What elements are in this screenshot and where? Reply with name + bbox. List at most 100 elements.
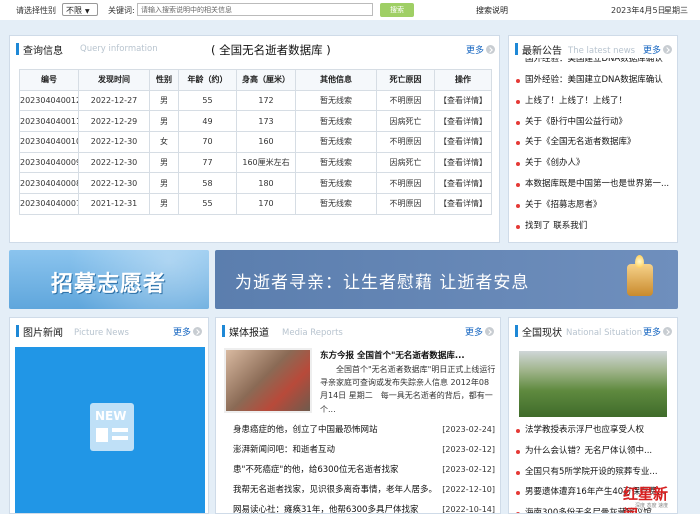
table-row: 202304040008 2022-12-30 男 58 180 暂无线索 不明原因 【查看详… — [19, 172, 492, 195]
cell-date: 2021-12-31 — [78, 193, 150, 215]
picture-news-header: 图片新闻 Picture News 更多 — [10, 318, 208, 344]
cell-cause: 不明原因 — [376, 89, 435, 112]
view-detail-link[interactable]: 【查看详情】 — [434, 131, 492, 153]
media-headline-photo[interactable] — [224, 348, 312, 413]
national-item[interactable]: 法学教授表示浮尸也应享受人权 — [515, 420, 675, 441]
list-item[interactable]: 我帮无名逝者找家，见识很多离奇事情，老年人居多。 [2022-12-10] — [233, 480, 495, 500]
national-situation-photo[interactable] — [519, 351, 667, 417]
national-situation-panel: 全国现状 National Situation 更多 法学教授表示浮尸也应享受人… — [508, 317, 678, 514]
watermark-brand: 红星新闻 — [623, 485, 669, 513]
watermark: 红星新闻 深度 态度 速度 — [623, 483, 677, 513]
media-news-date: [2022-12-10] — [442, 485, 495, 494]
cell-height: 173 — [236, 110, 296, 133]
cell-age: 70 — [178, 131, 237, 153]
cell-height: 180 — [236, 172, 296, 195]
media-news-date: [2023-02-12] — [442, 465, 495, 474]
cell-cause: 不明原因 — [376, 193, 435, 215]
picture-news-panel: 图片新闻 Picture News 更多 NEW — [9, 317, 209, 514]
picture-news-subtitle: Picture News — [74, 328, 129, 338]
cell-age: 58 — [178, 172, 237, 195]
notice-more-link[interactable]: 更多 — [643, 43, 673, 56]
cell-other: 暂无线索 — [295, 110, 377, 133]
cell-date: 2022-12-29 — [78, 110, 150, 133]
cell-gender: 女 — [149, 131, 179, 153]
view-detail-link[interactable]: 【查看详情】 — [434, 172, 492, 195]
chevron-right-icon — [663, 45, 673, 54]
query-more-link[interactable]: 更多 — [466, 43, 496, 56]
view-detail-link[interactable]: 【查看详情】 — [434, 151, 492, 174]
search-button[interactable]: 搜索 — [380, 3, 414, 17]
cell-gender: 男 — [149, 193, 179, 215]
view-detail-link[interactable]: 【查看详情】 — [434, 89, 492, 112]
section-marker — [515, 325, 518, 337]
notice-item[interactable]: 上线了！上线了！上线了！ — [515, 91, 675, 112]
keyword-search-input[interactable]: 请输入搜索说明中的相关信息 — [137, 3, 373, 16]
national-situation-header: 全国现状 National Situation 更多 — [509, 318, 677, 344]
col-header-found-date: 发现时间 — [78, 69, 150, 91]
national-situation-subtitle: National Situation — [566, 328, 643, 338]
section-marker — [222, 325, 225, 337]
list-item[interactable]: 澎湃新闻问吧：和逝者互动 [2023-02-12] — [233, 440, 495, 460]
media-reports-panel: 媒体报道 Media Reports 更多 东方今报 全国首个"无名逝者数据库.… — [215, 317, 501, 514]
picture-news-more-link[interactable]: 更多 — [173, 325, 203, 338]
notice-item[interactable]: 找到了 联系我们 — [515, 216, 675, 237]
query-results-table: 编号 发现时间 性别 年龄（约） 身高（厘米） 其他信息 死亡原因 操作 202… — [19, 69, 492, 215]
notice-item[interactable]: 本数据库既是中国第一也是世界第一... — [515, 174, 675, 195]
cell-date: 2022-12-27 — [78, 89, 150, 112]
more-label: 更多 — [643, 46, 662, 56]
cell-cause: 不明原因 — [376, 131, 435, 153]
cell-height: 160 — [236, 131, 296, 153]
more-label: 更多 — [466, 46, 485, 56]
national-situation-title: 全国现状 — [522, 328, 562, 339]
cell-age: 49 — [178, 110, 237, 133]
list-item[interactable]: 身患癌症的他，创立了中国最恐怖网站 [2023-02-24] — [233, 420, 495, 440]
table-row: 202304040009 2022-12-30 男 77 160厘米左右 暂无线索 因病死亡… — [19, 151, 492, 174]
cell-id: 202304040008 — [19, 172, 79, 195]
more-label: 更多 — [643, 328, 662, 338]
chevron-right-icon — [193, 327, 203, 336]
cell-cause: 因病死亡 — [376, 110, 435, 133]
media-reports-title: 媒体报道 — [229, 328, 269, 339]
section-marker — [16, 43, 19, 55]
cell-height: 170 — [236, 193, 296, 215]
view-detail-link[interactable]: 【查看详情】 — [434, 110, 492, 133]
notice-panel-subtitle: The latest news — [568, 46, 636, 56]
notice-item[interactable]: 关于《卧行中国公益行动》 — [515, 112, 675, 133]
national-item[interactable]: 为什么会认错？无名尸体认领中... — [515, 441, 675, 462]
media-more-link[interactable]: 更多 — [465, 325, 495, 338]
national-item[interactable]: 全国只有5所学院开设的殡葬专业... — [515, 462, 675, 483]
media-news-date: [2023-02-24] — [442, 425, 495, 434]
col-header-gender: 性别 — [149, 69, 179, 91]
view-detail-link[interactable]: 【查看详情】 — [434, 193, 492, 215]
notice-list: 国外经验：美国建立DNA数据库确认 上线了！上线了！上线了！ 关于《卧行中国公益… — [515, 70, 675, 236]
chevron-down-icon: ▼ — [85, 8, 90, 15]
notice-panel-title: 最新公告 — [522, 46, 562, 57]
media-news-title: 患"不死癌症"的他，给6300位无名逝者找家 — [233, 465, 399, 475]
placeholder-line — [112, 436, 128, 440]
slogan-banner-text: 为逝者寻亲：让生者慰藉 让逝者安息 — [235, 273, 530, 293]
notice-item[interactable]: 关于《招募志愿者》 — [515, 195, 675, 216]
picture-news-image[interactable]: NEW — [15, 347, 205, 513]
cell-other: 暂无线索 — [295, 89, 377, 112]
slogan-banner: 为逝者寻亲：让生者慰藉 让逝者安息 — [215, 250, 678, 309]
media-headline-link[interactable]: 东方今报 全国首个"无名逝者数据库... — [320, 349, 496, 361]
cell-age: 55 — [178, 193, 237, 215]
national-more-link[interactable]: 更多 — [643, 325, 673, 338]
search-help-link[interactable]: 搜索说明 — [476, 5, 508, 16]
cell-other: 暂无线索 — [295, 131, 377, 153]
chevron-right-icon — [663, 327, 673, 336]
notice-item[interactable]: 关于《创办人》 — [515, 153, 675, 174]
list-item[interactable]: 患"不死癌症"的他，给6300位无名逝者找家 [2023-02-12] — [233, 460, 495, 480]
notice-item[interactable]: 国外经验：美国建立DNA数据库确认 — [515, 70, 675, 91]
media-news-title: 身患癌症的他，创立了中国最恐怖网站 — [233, 425, 378, 435]
table-row: 202304040011 2022-12-29 男 49 173 暂无线索 因病死亡 【查看详… — [19, 110, 492, 133]
cell-date: 2022-12-30 — [78, 151, 150, 174]
notice-item[interactable]: 关于《全国无名逝者数据库》 — [515, 132, 675, 153]
list-item[interactable]: 网易读心社：瘫痪31年，他帮6300多具尸体找家 [2022-10-14] — [233, 500, 495, 513]
media-reports-subtitle: Media Reports — [282, 328, 343, 338]
col-header-id: 编号 — [19, 69, 79, 91]
gender-select[interactable]: 不限 ▼ — [62, 3, 98, 16]
cell-id: 202304040010 — [19, 131, 79, 153]
volunteer-banner[interactable]: 招募志愿者 — [9, 250, 209, 309]
table-row: 202304040012 2022-12-27 男 55 172 暂无线索 不明原因 【查看详… — [19, 89, 492, 112]
